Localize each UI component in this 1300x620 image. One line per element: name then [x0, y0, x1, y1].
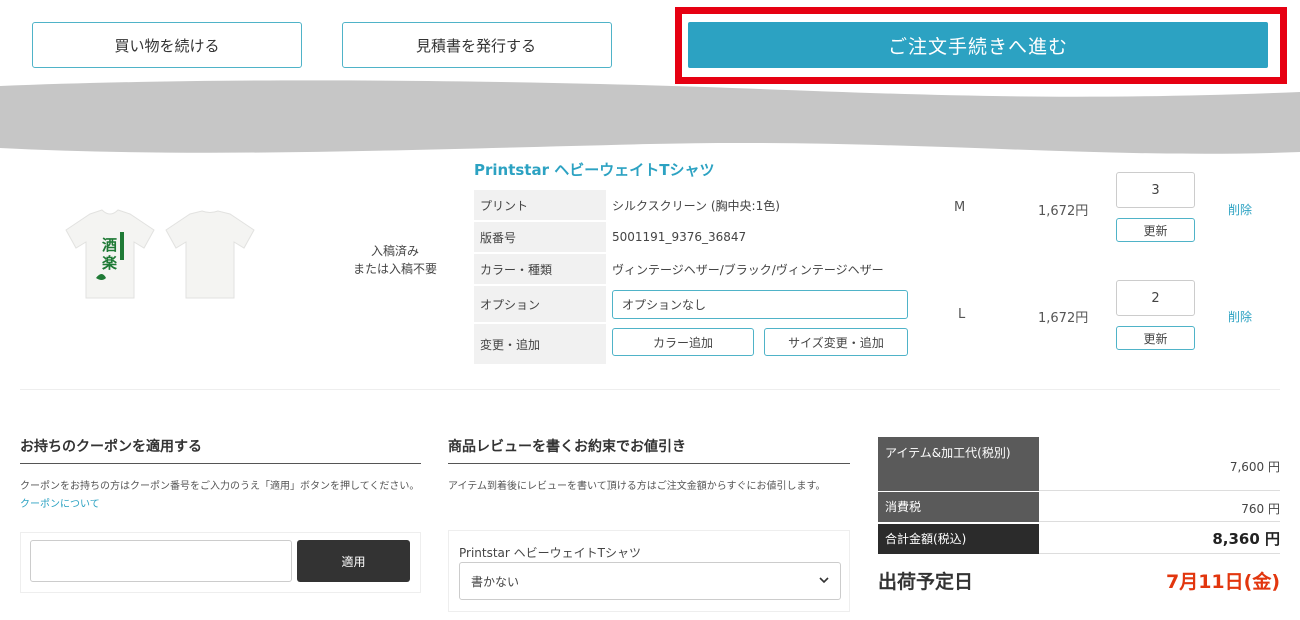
review-title: 商品レビューを書くお約束でお値引き	[448, 439, 686, 455]
tax-label: 消費税	[878, 492, 1039, 522]
grand-total-label: 合計金額(税込)	[878, 524, 1039, 554]
apply-coupon-button[interactable]: 適用	[297, 540, 410, 582]
update-button-l[interactable]: 更新	[1116, 326, 1195, 350]
checkout-button[interactable]: ご注文手続きへ進む	[688, 22, 1268, 68]
chevron-down-icon	[819, 577, 829, 584]
coupon-description-text: クーポンをお持ちの方はクーポン番号をご入力のうえ「適用」ボタンを押してください。	[20, 481, 420, 492]
change-label: 変更・追加	[474, 324, 606, 364]
plate-label: 版番号	[474, 222, 606, 252]
upload-status-line2: または入稿不要	[352, 262, 437, 276]
review-description: アイテム到着後にレビューを書いて頂ける方はご注文金額からすぐにお値引します。	[448, 481, 826, 492]
print-label: プリント	[474, 190, 606, 220]
coupon-description: クーポンをお持ちの方はクーポン番号をご入力のうえ「適用」ボタンを押してください。…	[20, 478, 422, 514]
grand-total-value: 8,360 円	[1212, 530, 1280, 548]
product-name[interactable]: Printstar ヘビーウェイトTシャツ	[474, 159, 714, 180]
items-total-value: 7,600 円	[1229, 460, 1280, 474]
review-select-value: 書かない	[471, 574, 520, 589]
coupon-info-link[interactable]: クーポンについて	[20, 499, 100, 510]
delete-link-l[interactable]: 削除	[1228, 308, 1252, 325]
shipping-label: 出荷予定日	[878, 571, 974, 593]
review-item-label: Printstar ヘビーウェイトTシャツ	[459, 546, 641, 560]
wave-band	[0, 80, 1300, 154]
line-size-m: M	[954, 200, 966, 215]
line-price-m: 1,672円	[1038, 204, 1089, 219]
tshirt-back-image	[165, 210, 255, 299]
svg-text:酒: 酒	[102, 236, 117, 254]
shipping-date: 7月11日(金)	[1165, 571, 1280, 593]
continue-shopping-button[interactable]: 買い物を続ける	[32, 22, 302, 68]
coupon-title: お持ちのクーポンを適用する	[20, 439, 202, 455]
quantity-field-m[interactable]: 3	[1116, 172, 1195, 208]
print-value: シルクスクリーン (胸中央:1色)	[612, 198, 780, 213]
coupon-input[interactable]	[30, 540, 292, 582]
upload-status-line1: 入稿済み	[370, 244, 419, 258]
color-label: カラー・種類	[474, 254, 606, 284]
review-select[interactable]: 書かない	[459, 562, 841, 600]
svg-text:楽: 楽	[102, 254, 118, 272]
tshirt-front-image: 酒 楽	[65, 209, 155, 299]
plate-value: 5001191_9376_36847	[612, 230, 747, 244]
change-size-button[interactable]: サイズ変更・追加	[764, 328, 908, 356]
line-price-l: 1,672円	[1038, 311, 1089, 326]
items-total-label: アイテム&加工代(税別)	[878, 437, 1039, 491]
update-button-m[interactable]: 更新	[1116, 218, 1195, 242]
color-value: ヴィンテージヘザー/ブラック/ヴィンテージヘザー	[612, 262, 884, 277]
coupon-rule	[20, 463, 421, 464]
issue-quote-button[interactable]: 見積書を発行する	[342, 22, 612, 68]
quantity-field-l[interactable]: 2	[1116, 280, 1195, 316]
review-rule	[448, 463, 850, 464]
section-divider	[20, 389, 1280, 390]
option-field[interactable]: オプションなし	[612, 290, 908, 319]
option-label: オプション	[474, 286, 606, 322]
tax-value: 760 円	[1241, 502, 1280, 516]
add-color-button[interactable]: カラー追加	[612, 328, 754, 356]
line-size-l: L	[958, 307, 966, 322]
delete-link-m[interactable]: 削除	[1228, 201, 1252, 218]
upload-status: 入稿済み または入稿不要	[320, 242, 470, 278]
